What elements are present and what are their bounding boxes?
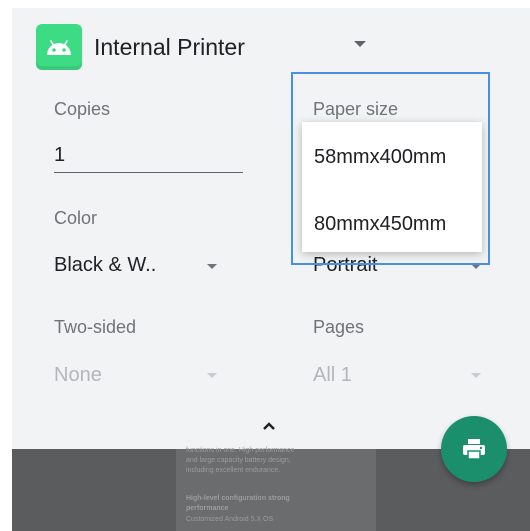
- preview-line: and large capacity battery design,: [186, 457, 291, 464]
- chevron-up-icon: [263, 422, 275, 430]
- preview-line: Customized Android 5.X OS: [186, 516, 274, 523]
- printer-selector[interactable]: Internal Printer: [36, 22, 245, 72]
- android-icon: [36, 24, 82, 70]
- printer-name: Internal Printer: [94, 33, 245, 60]
- preview-page-thumbnail[interactable]: functions in one. High performance and l…: [176, 447, 376, 531]
- preview-line: functions in one. High performance: [186, 447, 295, 454]
- copies-input[interactable]: 1: [54, 144, 65, 167]
- paper-size-option-58mm[interactable]: 58mmx400mm: [314, 146, 446, 169]
- copies-underline: [54, 172, 243, 173]
- pages-label: Pages: [313, 317, 365, 337]
- color-select[interactable]: Black & W..: [54, 254, 156, 277]
- two-sided-label: Two-sided: [54, 317, 137, 337]
- printer-icon: [463, 439, 485, 460]
- pages-select[interactable]: All 1: [313, 364, 352, 387]
- preview-line: performance: [186, 505, 229, 512]
- pages-chevron-down-icon[interactable]: [471, 373, 481, 378]
- orientation-chevron-down-icon[interactable]: [471, 264, 481, 269]
- two-sided-select[interactable]: None: [54, 364, 102, 387]
- print-button[interactable]: [441, 416, 507, 482]
- paper-size-option-80mm[interactable]: 80mmx450mm: [314, 213, 446, 236]
- paper-size-label: Paper size: [313, 99, 399, 119]
- copies-label: Copies: [54, 99, 111, 119]
- orientation-select[interactable]: Portrait: [313, 254, 377, 277]
- preview-line: High-level configuration strong: [186, 495, 290, 502]
- color-chevron-down-icon[interactable]: [207, 264, 217, 269]
- paper-size-dropdown-menu: 58mmx400mm 80mmx450mm: [302, 122, 482, 252]
- preview-line: including excellent endurance.: [186, 467, 281, 474]
- collapse-button[interactable]: [262, 415, 276, 436]
- printer-dropdown-icon[interactable]: [354, 41, 366, 47]
- two-sided-chevron-down-icon[interactable]: [207, 373, 217, 378]
- color-label: Color: [54, 208, 98, 228]
